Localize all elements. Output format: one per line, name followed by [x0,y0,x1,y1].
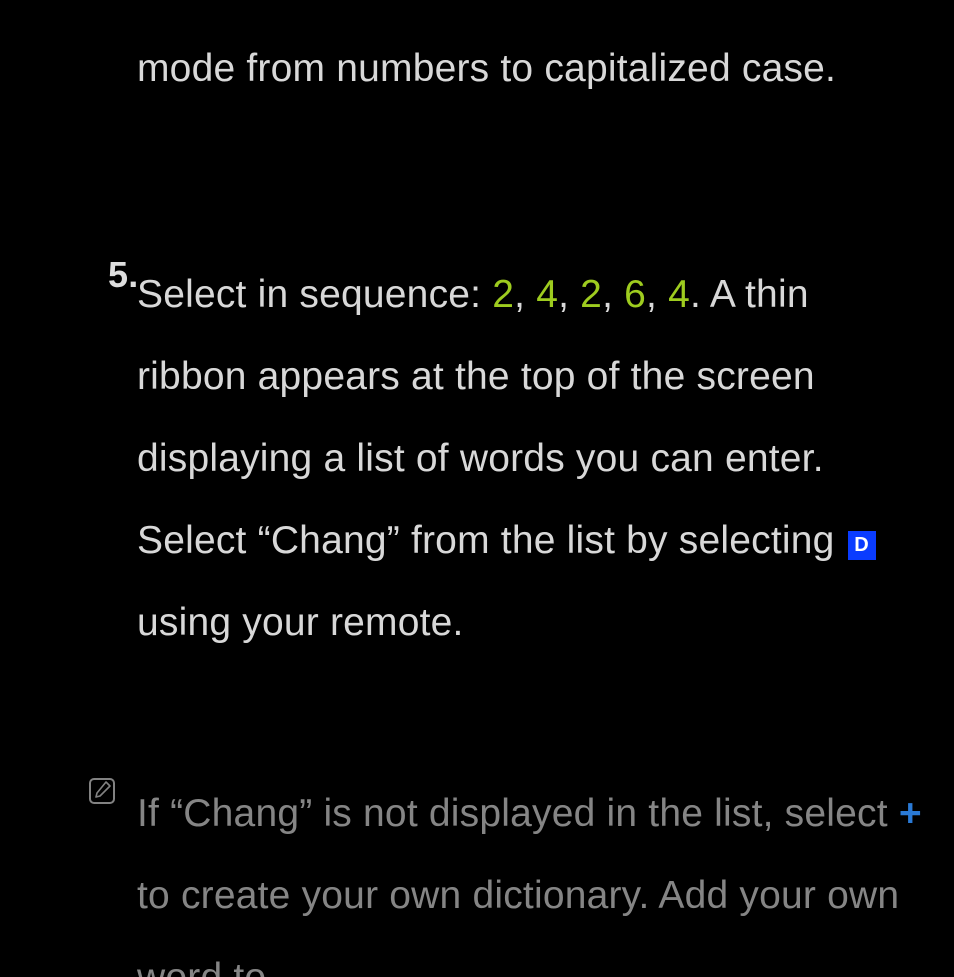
note-icon [87,776,117,806]
step5-seg1: Select in sequence: [137,273,492,316]
step-5-body: Select in sequence: 2, 4, 2, 6, 4. A thi… [137,254,927,664]
manual-page: mode from numbers to capitalized case. 5… [0,0,954,977]
comma-3: , [602,273,624,316]
step-5-marker: 5. [108,256,138,294]
comma-2: , [558,273,580,316]
key-number-2b: 2 [580,273,602,316]
step5-seg3: using your remote. [137,601,464,644]
plus-icon: + [899,792,922,835]
step-4-text: mode from numbers to capitalized case. [137,47,836,90]
step-4-continuation: mode from numbers to capitalized case. [137,28,917,110]
seq-period: . [690,273,701,316]
key-number-4a: 4 [536,273,558,316]
step5-seg2: A thin ribbon appears at the top of the … [137,273,846,562]
note-seg2: to create your own dictionary. Add your … [137,874,899,977]
key-number-4b: 4 [668,273,690,316]
key-number-2a: 2 [492,273,514,316]
remote-d-button-icon: D [848,531,876,560]
key-number-6: 6 [624,273,646,316]
note-body: If “Chang” is not displayed in the list,… [137,773,927,977]
note-seg1: If “Chang” is not displayed in the list,… [137,792,899,835]
comma-1: , [514,273,536,316]
comma-4: , [646,273,668,316]
